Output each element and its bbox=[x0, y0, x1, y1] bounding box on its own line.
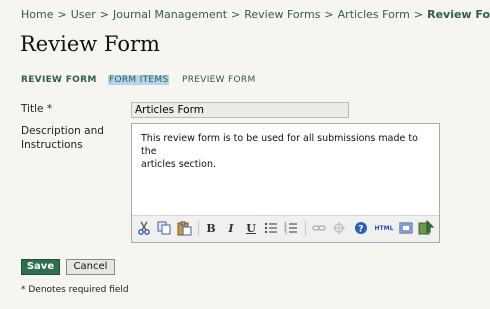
title-field[interactable]: Articles Form bbox=[131, 102, 349, 118]
title-label: Title * bbox=[21, 103, 53, 115]
image-icon[interactable] bbox=[418, 220, 434, 236]
breadcrumb-separator: > bbox=[231, 8, 241, 21]
copy-icon[interactable] bbox=[156, 220, 172, 236]
required-field-note: * Denotes required field bbox=[21, 285, 129, 295]
underline-icon[interactable]: U bbox=[243, 220, 259, 236]
breadcrumb-current: Review Form bbox=[427, 8, 490, 21]
breadcrumb-separator: > bbox=[99, 8, 109, 21]
breadcrumb-home[interactable]: Home bbox=[21, 8, 53, 21]
toolbar-separator bbox=[305, 221, 306, 236]
page-title: Review Form bbox=[20, 32, 160, 56]
editor-toolbar: B I U 123 ? HTML bbox=[132, 215, 439, 242]
link-icon[interactable] bbox=[311, 220, 327, 236]
unlink-icon[interactable] bbox=[331, 220, 347, 236]
svg-text:?: ? bbox=[358, 225, 363, 235]
cut-icon[interactable] bbox=[136, 220, 152, 236]
fullscreen-icon[interactable] bbox=[398, 220, 414, 236]
cancel-button[interactable]: Cancel bbox=[66, 259, 115, 275]
paste-icon[interactable] bbox=[176, 220, 192, 236]
tab-review-form[interactable]: REVIEW FORM bbox=[21, 75, 97, 85]
description-label-line2: Instructions bbox=[21, 139, 83, 151]
description-label: Description and Instructions bbox=[21, 124, 104, 152]
breadcrumb: Home > User > Journal Management > Review Form… bbox=[21, 8, 490, 21]
description-text[interactable]: This review form is to be used for all s… bbox=[141, 132, 429, 171]
bullet-list-icon[interactable] bbox=[263, 220, 279, 236]
breadcrumb-separator: > bbox=[413, 8, 424, 21]
html-icon[interactable]: HTML bbox=[373, 220, 395, 236]
description-text-line1: This review form is to be used for all s… bbox=[141, 133, 418, 157]
description-text-line2: articles section. bbox=[141, 159, 217, 170]
tab-form-items[interactable]: FORM ITEMS bbox=[108, 75, 170, 85]
breadcrumb-separator: > bbox=[324, 8, 334, 21]
description-label-line1: Description and bbox=[21, 125, 104, 137]
svg-text:3: 3 bbox=[284, 230, 287, 236]
breadcrumb-user[interactable]: User bbox=[71, 8, 96, 21]
breadcrumb-review-forms[interactable]: Review Forms bbox=[244, 8, 320, 21]
help-icon[interactable]: ? bbox=[353, 220, 369, 236]
numbered-list-icon[interactable]: 123 bbox=[283, 220, 299, 236]
save-button[interactable]: Save bbox=[21, 259, 60, 275]
breadcrumb-journal-management[interactable]: Journal Management bbox=[113, 8, 227, 21]
breadcrumb-articles-form[interactable]: Articles Form bbox=[338, 8, 410, 21]
description-editor[interactable]: This review form is to be used for all s… bbox=[131, 123, 440, 243]
breadcrumb-separator: > bbox=[57, 8, 67, 21]
tab-preview-form[interactable]: PREVIEW FORM bbox=[182, 75, 256, 85]
italic-icon[interactable]: I bbox=[223, 220, 239, 236]
bold-icon[interactable]: B bbox=[203, 220, 219, 236]
toolbar-separator bbox=[198, 221, 199, 236]
